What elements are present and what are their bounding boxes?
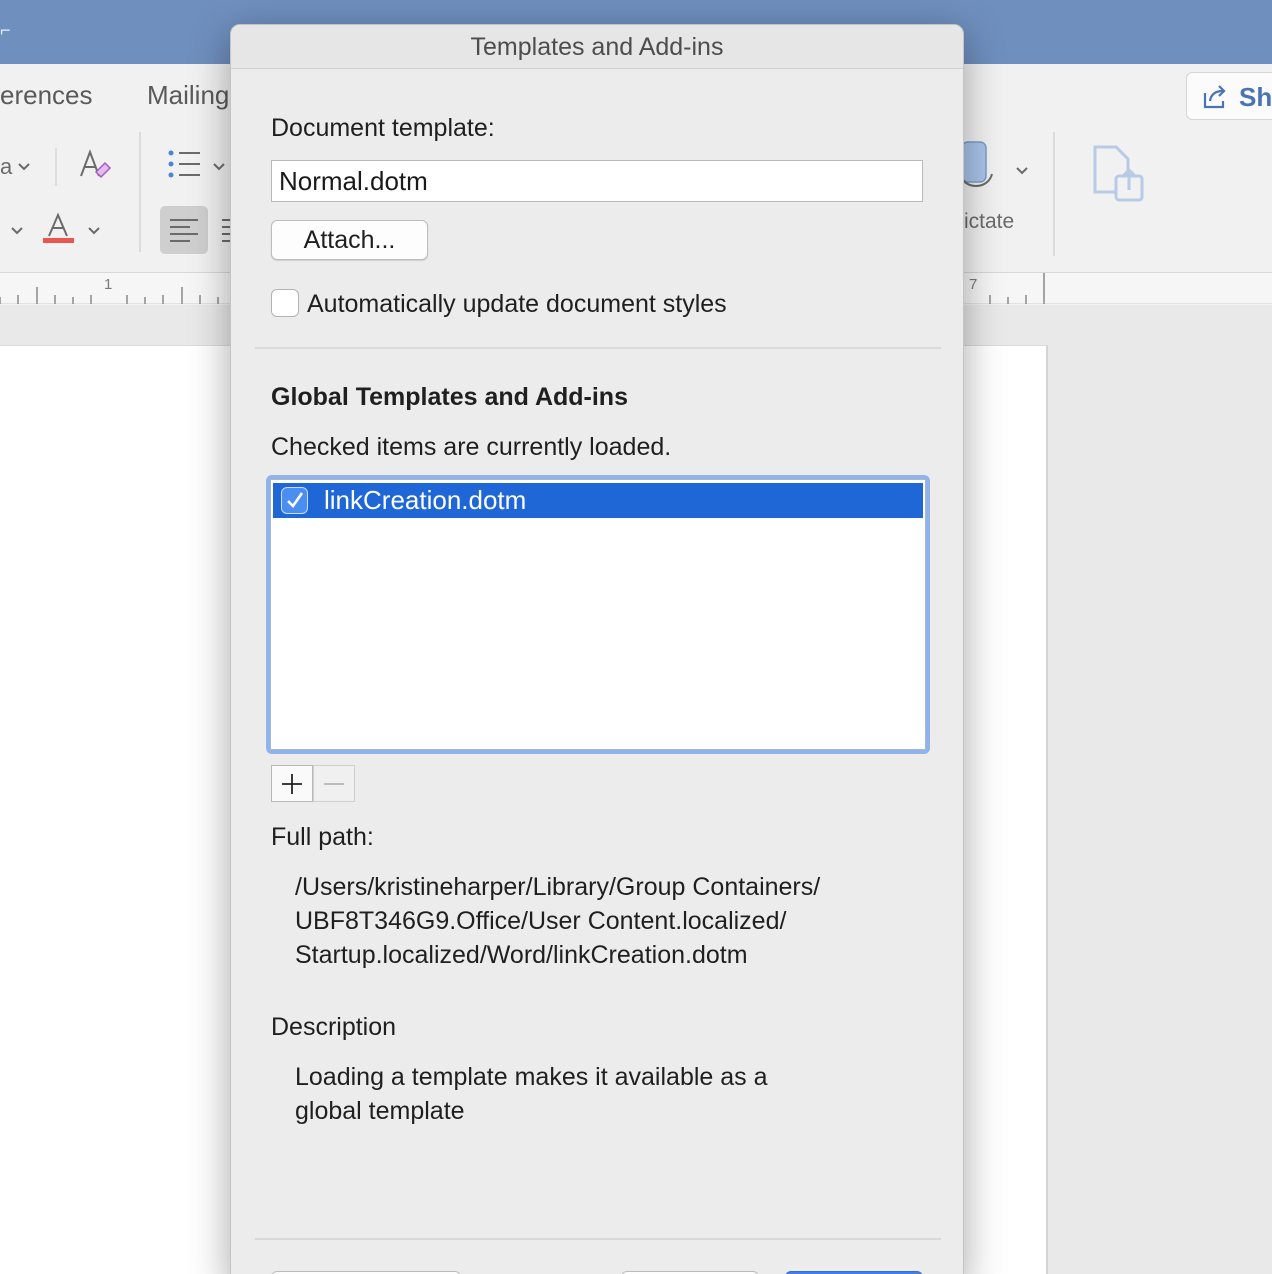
share-label: Sha bbox=[1239, 82, 1272, 112]
minus-icon bbox=[324, 783, 344, 785]
section-divider bbox=[255, 347, 941, 349]
document-template-input[interactable] bbox=[272, 161, 922, 201]
attach-button[interactable]: Attach... bbox=[271, 220, 428, 260]
clear-formatting-icon[interactable] bbox=[78, 148, 112, 182]
auto-update-checkbox[interactable] bbox=[271, 289, 299, 317]
templates-addins-dialog: Templates and Add-ins Document template:… bbox=[230, 24, 964, 1274]
chevron-down-icon[interactable] bbox=[1015, 166, 1029, 176]
remove-template-button[interactable] bbox=[313, 765, 355, 802]
item-checkbox[interactable] bbox=[281, 487, 308, 514]
font-color-icon[interactable] bbox=[42, 212, 76, 246]
share-document-icon[interactable] bbox=[1092, 144, 1146, 204]
full-path-line: UBF8T346G9.Office/User Content.localized… bbox=[295, 907, 787, 935]
font-name-dropdown[interactable]: a bbox=[0, 154, 12, 180]
tab-references[interactable]: erences bbox=[0, 80, 93, 111]
description-label: Description bbox=[271, 1013, 397, 1041]
ribbon-separator bbox=[1053, 132, 1055, 256]
description-line: global template bbox=[295, 1097, 465, 1125]
checkmark-icon bbox=[287, 492, 304, 509]
share-button[interactable]: Sha bbox=[1186, 72, 1272, 120]
dictate-icon[interactable] bbox=[962, 140, 994, 196]
loaded-items-hint: Checked items are currently loaded. bbox=[271, 433, 672, 461]
tab-mailings[interactable]: Mailing bbox=[147, 80, 229, 111]
ruler-number: 7 bbox=[969, 276, 978, 293]
ribbon-separator bbox=[55, 148, 57, 186]
chevron-down-icon[interactable] bbox=[17, 162, 31, 172]
add-template-button[interactable] bbox=[271, 765, 313, 802]
document-template-field[interactable] bbox=[271, 160, 923, 202]
dialog-title: Templates and Add-ins bbox=[470, 33, 724, 61]
global-templates-list[interactable]: linkCreation.dotm bbox=[270, 479, 926, 750]
chevron-down-icon[interactable] bbox=[10, 226, 24, 236]
ruler-number: 1 bbox=[104, 276, 113, 293]
full-path-line: Startup.localized/Word/linkCreation.dotm bbox=[295, 941, 748, 969]
list-item-label: linkCreation.dotm bbox=[324, 485, 527, 515]
document-template-label: Document template: bbox=[271, 114, 495, 142]
global-templates-heading: Global Templates and Add-ins bbox=[271, 383, 628, 411]
dictate-label: ictate bbox=[964, 210, 1015, 233]
screen: ⌐ erences Mailing Sha a bbox=[0, 0, 1272, 1274]
share-icon bbox=[1203, 85, 1226, 109]
chevron-down-icon[interactable] bbox=[87, 226, 101, 236]
bullet-list-icon[interactable] bbox=[166, 148, 202, 180]
auto-update-label: Automatically update document styles bbox=[307, 290, 727, 318]
full-path-line: /Users/kristineharper/Library/Group Cont… bbox=[295, 873, 821, 901]
list-item[interactable]: linkCreation.dotm bbox=[273, 483, 923, 518]
footer-divider bbox=[255, 1238, 941, 1240]
plus-icon bbox=[282, 774, 302, 794]
dialog-title-bar[interactable]: Templates and Add-ins bbox=[231, 25, 963, 69]
chevron-down-icon[interactable] bbox=[212, 162, 226, 172]
align-left-icon bbox=[170, 219, 198, 242]
quick-access-icon[interactable]: ⌐ bbox=[0, 20, 11, 41]
full-path-label: Full path: bbox=[271, 823, 374, 851]
description-line: Loading a template makes it available as… bbox=[295, 1063, 768, 1091]
align-left-button[interactable] bbox=[160, 206, 208, 254]
ribbon-separator bbox=[139, 132, 141, 252]
